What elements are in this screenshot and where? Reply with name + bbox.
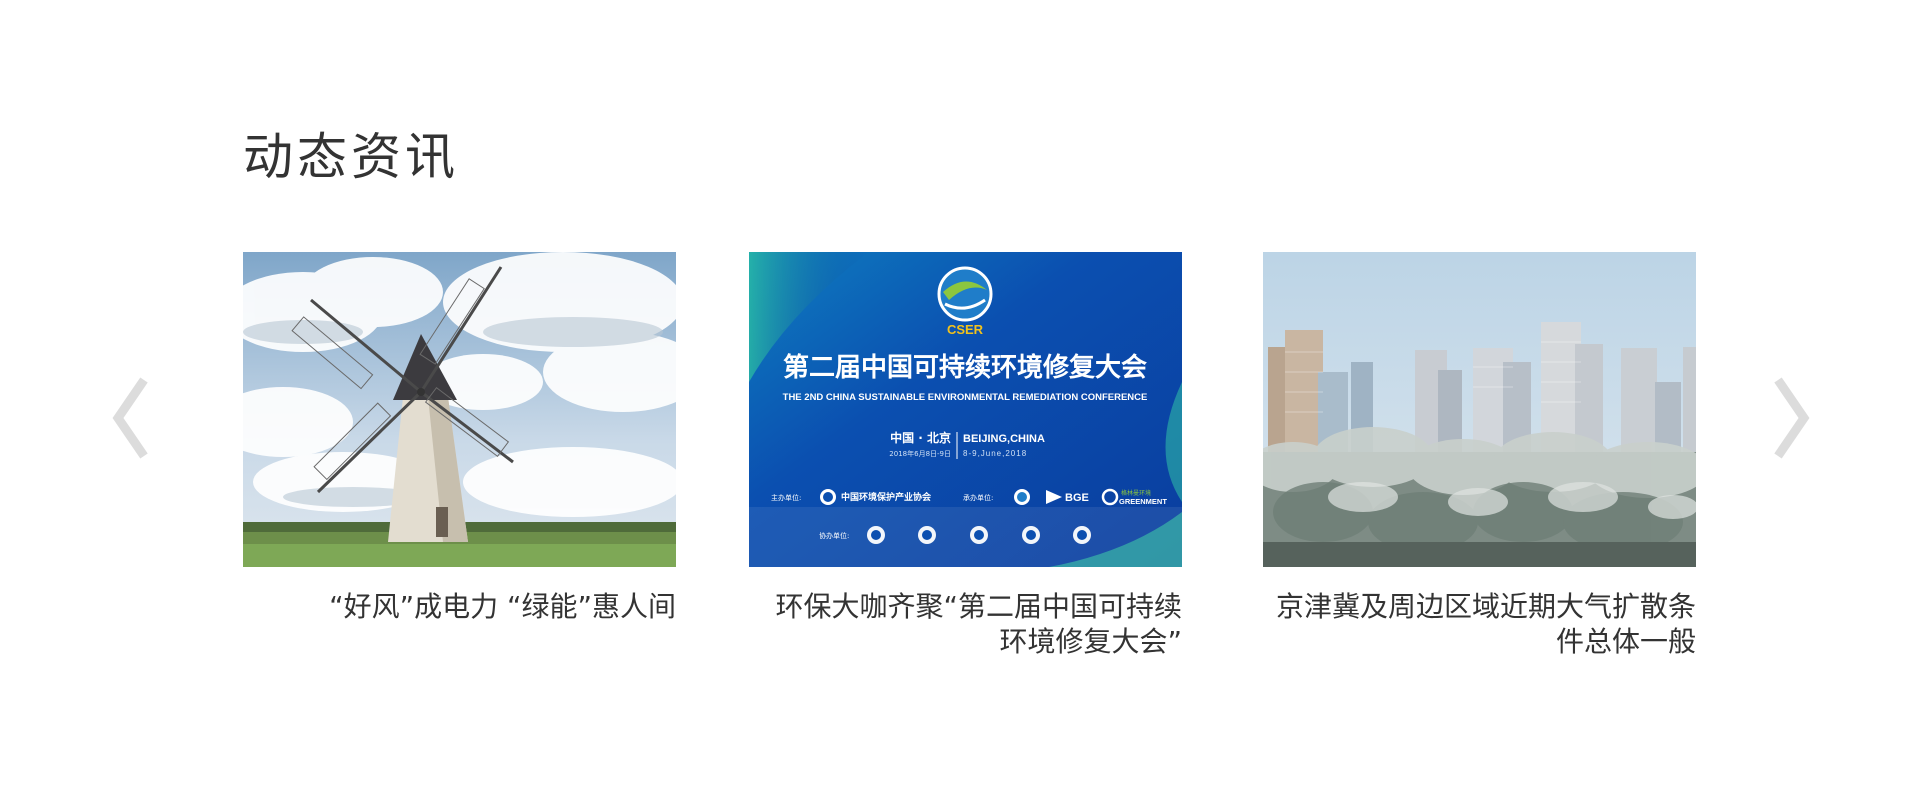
banner-location-cn: 中国 · 北京: [890, 430, 951, 445]
conference-banner: CSER 第二届中国可持续环境修复大会 THE 2ND CHINA SUSTAI…: [749, 252, 1182, 567]
windmill-image[interactable]: [243, 252, 676, 567]
windmill-photo: [243, 252, 676, 567]
banner-organizer-green-cn: 格林曼环境: [1121, 489, 1151, 497]
carousel-next-button[interactable]: [1762, 368, 1822, 468]
banner-organizer-bge: BGE: [1065, 492, 1089, 504]
banner-co-label: 协办单位:: [819, 531, 849, 540]
city-frost-image[interactable]: [1263, 252, 1696, 567]
banner-host-label: 主办单位:: [771, 493, 801, 502]
banner-organizer-label: 承办单位:: [963, 493, 993, 502]
banner-date-en: 8-9,June,2018: [963, 449, 1027, 458]
city-frost-photo: [1263, 252, 1696, 567]
news-card[interactable]: 京津冀及周边区域近期大气扩散条件总体一般: [1263, 252, 1696, 659]
news-caption[interactable]: 环保大咖齐聚“第二届中国可持续环境修复大会”: [749, 589, 1182, 659]
banner-title-en: THE 2ND CHINA SUSTAINABLE ENVIRONMENTAL …: [783, 392, 1148, 403]
section-title: 动态资讯: [243, 128, 459, 186]
chevron-right-icon: [1774, 377, 1810, 459]
chevron-left-icon: [112, 377, 148, 459]
carousel-prev-button[interactable]: [100, 368, 160, 468]
banner-date-cn: 2018年6月8日-9日: [889, 449, 951, 458]
news-card[interactable]: “好风”成电力 “绿能”惠人间: [243, 252, 676, 624]
news-card[interactable]: CSER 第二届中国可持续环境修复大会 THE 2ND CHINA SUSTAI…: [749, 252, 1182, 659]
news-caption[interactable]: 京津冀及周边区域近期大气扩散条件总体一般: [1263, 589, 1696, 659]
banner-title-cn: 第二届中国可持续环境修复大会: [783, 352, 1147, 383]
banner-location-en: BEIJING,CHINA: [963, 433, 1045, 445]
banner-organizer-green: GREENMENT: [1119, 497, 1167, 506]
banner-logo-text: CSER: [947, 322, 984, 337]
conference-banner-image[interactable]: CSER 第二届中国可持续环境修复大会 THE 2ND CHINA SUSTAI…: [749, 252, 1182, 567]
news-caption[interactable]: “好风”成电力 “绿能”惠人间: [243, 589, 676, 624]
banner-host-name: 中国环境保护产业协会: [841, 491, 932, 503]
